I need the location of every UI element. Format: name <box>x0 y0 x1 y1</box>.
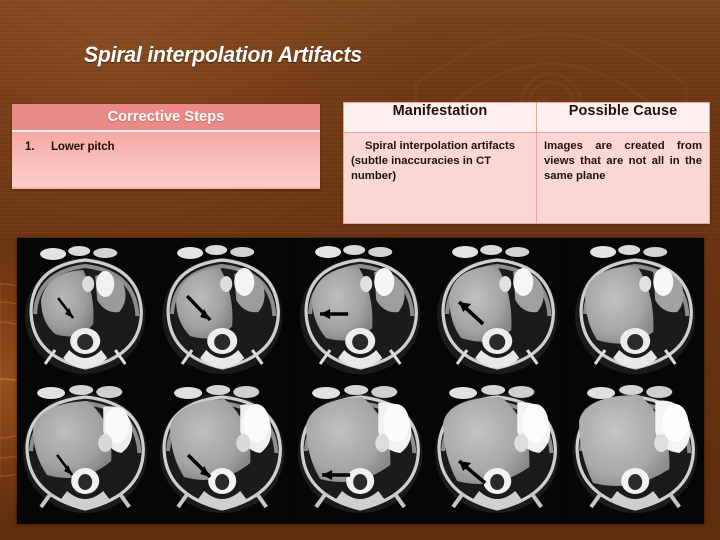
ct-slice <box>429 381 567 524</box>
ct-image-panel <box>17 238 704 524</box>
list-item: 1. Lower pitch <box>12 141 320 153</box>
column-header-manifestation: Manifestation <box>343 102 537 133</box>
ct-slice <box>17 238 155 381</box>
cell-manifestation: Spiral interpolation artifacts (subtle i… <box>343 132 537 224</box>
ct-slice <box>154 381 292 524</box>
ct-slice <box>429 238 567 381</box>
ct-slice <box>17 381 155 524</box>
ct-slice <box>291 381 430 524</box>
page-title: Spiral interpolation Artifacts <box>84 42 362 67</box>
step-number: 1. <box>25 141 35 153</box>
table-row: Spiral interpolation artifacts (subtle i… <box>343 132 710 224</box>
manifestation-secondary-text: (subtle inaccuracies in CT number) <box>351 155 491 182</box>
ct-slice <box>566 381 704 524</box>
manifestation-primary-text: Spiral interpolation artifacts <box>364 140 516 152</box>
step-label: Lower pitch <box>51 141 115 153</box>
manifestation-cause-table: Manifestation Possible Cause Spiral inte… <box>343 102 710 224</box>
ct-slice-grid <box>17 238 704 524</box>
slide: Spiral interpolation Artifacts Correctiv… <box>0 0 720 540</box>
cell-possible-cause: Images are created from views that are n… <box>536 132 710 224</box>
ct-slice <box>291 238 430 381</box>
corrective-steps-table: Corrective Steps 1. Lower pitch <box>12 104 320 189</box>
ct-slice <box>566 238 704 381</box>
ct-slice <box>154 238 292 381</box>
corrective-steps-header: Corrective Steps <box>12 104 320 132</box>
table-header-row: Manifestation Possible Cause <box>343 102 710 133</box>
corrective-steps-body: 1. Lower pitch <box>12 132 320 187</box>
column-header-possible-cause: Possible Cause <box>536 102 710 133</box>
